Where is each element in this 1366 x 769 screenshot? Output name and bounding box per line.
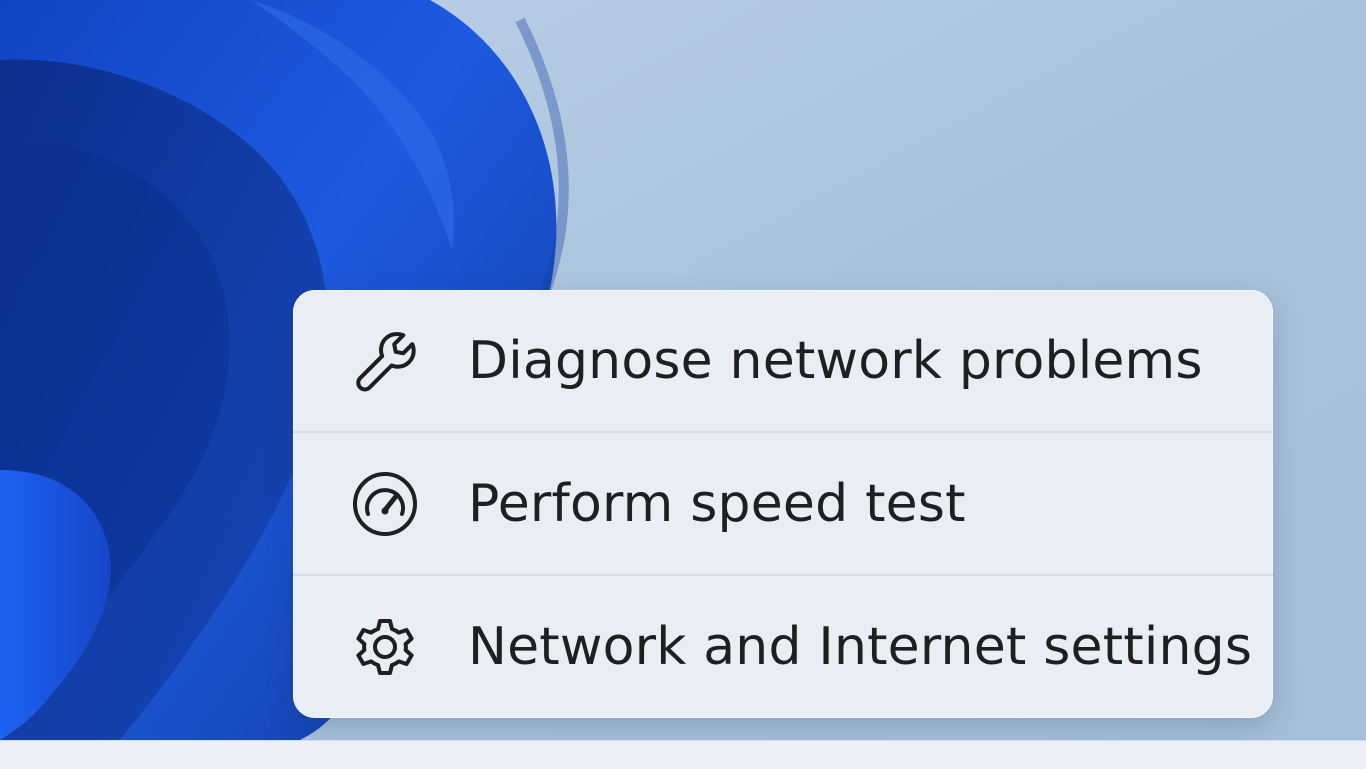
menu-item-label: Perform speed test (468, 473, 966, 534)
speedometer-icon (350, 469, 420, 539)
menu-item-label: Diagnose network problems (468, 330, 1203, 391)
gear-icon (350, 612, 420, 682)
wrench-icon (350, 326, 420, 396)
taskbar (0, 740, 1366, 769)
menu-item-perform-speed-test[interactable]: Perform speed test (293, 433, 1273, 574)
menu-item-diagnose-network-problems[interactable]: Diagnose network problems (293, 290, 1273, 431)
menu-item-label: Network and Internet settings (468, 616, 1253, 677)
menu-item-network-internet-settings[interactable]: Network and Internet settings (293, 576, 1273, 717)
network-context-menu: Diagnose network problems Perform speed … (293, 290, 1273, 718)
